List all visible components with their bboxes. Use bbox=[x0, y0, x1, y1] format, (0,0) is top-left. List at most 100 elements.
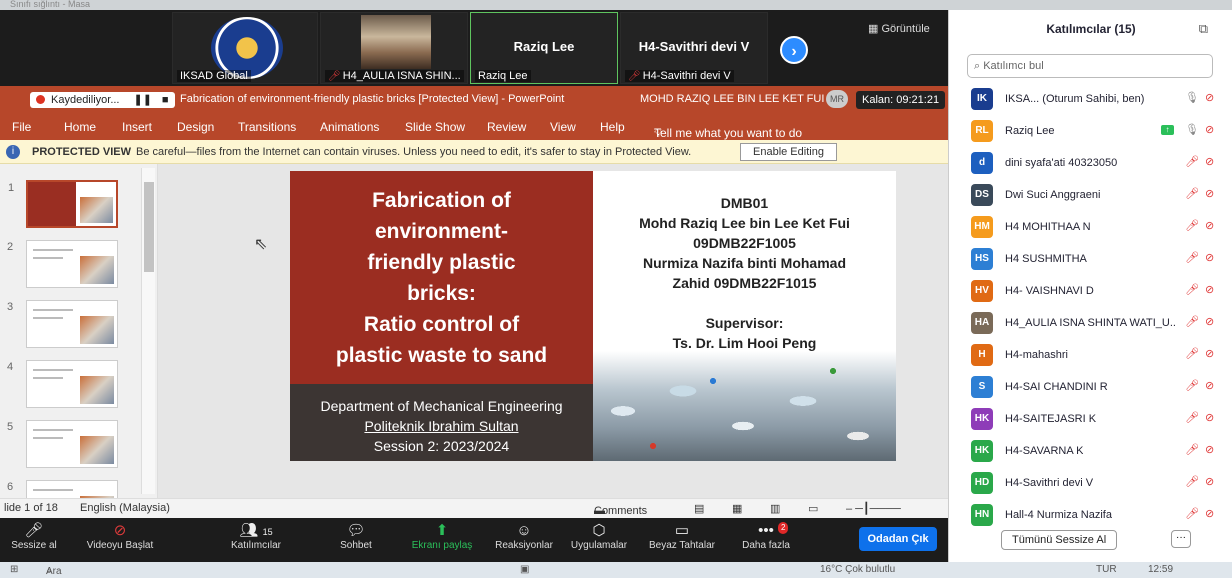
menu-slide-show[interactable]: Slide Show bbox=[405, 120, 465, 134]
zoom-slider[interactable]: – ─┃──── bbox=[846, 502, 901, 515]
slide-thumbnail-2[interactable]: 2 bbox=[7, 240, 118, 288]
whiteboards-button[interactable]: ▭ Beyaz Tahtalar bbox=[646, 522, 718, 551]
language-indicator[interactable]: English (Malaysia) bbox=[80, 502, 170, 514]
video-off-icon[interactable]: ⊘ bbox=[1205, 91, 1214, 104]
participant-row[interactable]: HK H4-SAVARNA K 🎤︎ ⊘ bbox=[949, 436, 1232, 468]
participant-row[interactable]: IK IKSA... (Oturum Sahibi, ben) 🎙︎ ⊘ bbox=[949, 84, 1232, 116]
user-name[interactable]: MOHD RAZIQ LEE BIN LEE KET FUI bbox=[640, 93, 824, 105]
mic-muted-icon[interactable]: 🎤︎ bbox=[1185, 315, 1199, 328]
microphone-icon[interactable]: 🎙︎ bbox=[1185, 91, 1199, 104]
slide-thumbnail-6[interactable]: 6 bbox=[7, 480, 118, 498]
menu-transitions[interactable]: Transitions bbox=[238, 120, 296, 134]
popout-icon[interactable]: ⧉ bbox=[1199, 21, 1208, 37]
task-view-icon[interactable]: ▣ bbox=[520, 564, 529, 575]
mic-muted-icon[interactable]: 🎤︎ bbox=[1185, 283, 1199, 296]
current-slide[interactable]: Fabrication of environment- friendly pla… bbox=[290, 171, 896, 461]
video-off-icon[interactable]: ⊘ bbox=[1205, 187, 1214, 200]
pause-icon[interactable]: ❚❚ bbox=[133, 94, 151, 106]
video-tile-iksad[interactable]: IKSAD Global bbox=[172, 12, 318, 84]
video-off-icon[interactable]: ⊘ bbox=[1205, 411, 1214, 424]
menu-help[interactable]: Help bbox=[600, 120, 625, 134]
thumbnail-scrollbar[interactable] bbox=[141, 168, 155, 494]
normal-view-icon[interactable]: ▤ bbox=[694, 502, 704, 515]
menu-animations[interactable]: Animations bbox=[320, 120, 379, 134]
next-page-button[interactable]: › bbox=[780, 36, 808, 64]
video-off-icon[interactable]: ⊘ bbox=[1205, 219, 1214, 232]
menu-design[interactable]: Design bbox=[177, 120, 214, 134]
participant-row[interactable]: RL Raziq Lee ↑ 🎙︎ ⊘ bbox=[949, 116, 1232, 148]
mic-muted-icon[interactable]: 🎤︎ bbox=[1185, 219, 1199, 232]
mic-muted-icon[interactable]: 🎤︎ bbox=[1185, 155, 1199, 168]
participant-row[interactable]: HV H4- VAISHNAVI D 🎤︎ ⊘ bbox=[949, 276, 1232, 308]
input-language[interactable]: TUR bbox=[1096, 564, 1117, 575]
slide-thumbnail-4[interactable]: 4 bbox=[7, 360, 118, 408]
participants-button[interactable]: 👥︎ 15 Katılımcılar bbox=[226, 522, 286, 551]
video-tile-aulia[interactable]: 🎤︎ H4_AULIA ISNA SHIN... bbox=[320, 12, 468, 84]
menu-insert[interactable]: Insert bbox=[122, 120, 152, 134]
participant-row[interactable]: DS Dwi Suci Anggraeni 🎤︎ ⊘ bbox=[949, 180, 1232, 212]
participant-row[interactable]: S H4-SAI CHANDINI R 🎤︎ ⊘ bbox=[949, 372, 1232, 404]
mic-muted-icon[interactable]: 🎤︎ bbox=[1185, 475, 1199, 488]
participant-row[interactable]: HN Hall-4 Nurmiza Nazifa 🎤︎ ⊘ bbox=[949, 500, 1232, 532]
video-tile-savithri[interactable]: H4-Savithri devi V 🎤︎ H4-Savithri devi V bbox=[620, 12, 768, 84]
user-avatar[interactable]: MR bbox=[826, 90, 848, 108]
recording-indicator[interactable]: Kaydediliyor... ❚❚ ■ bbox=[30, 92, 175, 108]
menu-file[interactable]: File bbox=[12, 120, 31, 134]
reactions-button[interactable]: ☺ Reaksiyonlar bbox=[492, 522, 556, 551]
avatar: HS bbox=[971, 248, 993, 270]
video-off-icon[interactable]: ⊘ bbox=[1205, 283, 1214, 296]
menu-view[interactable]: View bbox=[550, 120, 576, 134]
share-screen-button[interactable]: ⬆ Ekranı paylaş bbox=[408, 522, 476, 551]
video-off-icon[interactable]: ⊘ bbox=[1205, 251, 1214, 264]
video-off-icon[interactable]: ⊘ bbox=[1205, 475, 1214, 488]
video-off-icon[interactable]: ⊘ bbox=[1205, 155, 1214, 168]
video-off-icon[interactable]: ⊘ bbox=[1205, 443, 1214, 456]
scrollbar-thumb[interactable] bbox=[144, 182, 154, 272]
slide-thumbnail-3[interactable]: 3 bbox=[7, 300, 118, 348]
mic-muted-icon[interactable]: 🎤︎ bbox=[1185, 507, 1199, 520]
view-button[interactable]: ▦ Görüntüle bbox=[868, 22, 930, 35]
mute-button[interactable]: 🎤︎ Sessize al bbox=[10, 522, 58, 551]
participant-row[interactable]: d dini syafa'ati 40323050 🎤︎ ⊘ bbox=[949, 148, 1232, 180]
mic-muted-icon[interactable]: 🎤︎ bbox=[1185, 187, 1199, 200]
mic-muted-icon[interactable]: 🎤︎ bbox=[1185, 379, 1199, 392]
start-icon[interactable]: ⊞ bbox=[10, 564, 18, 575]
video-off-icon[interactable]: ⊘ bbox=[1205, 507, 1214, 520]
menu-review[interactable]: Review bbox=[487, 120, 526, 134]
participant-row[interactable]: H H4-mahashri 🎤︎ ⊘ bbox=[949, 340, 1232, 372]
video-tile-raziq[interactable]: Raziq Lee Raziq Lee bbox=[470, 12, 618, 84]
menu-home[interactable]: Home bbox=[64, 120, 96, 134]
participant-row[interactable]: HM H4 MOHITHAA N 🎤︎ ⊘ bbox=[949, 212, 1232, 244]
clock[interactable]: 12:59 bbox=[1148, 564, 1173, 575]
video-off-icon[interactable]: ⊘ bbox=[1205, 347, 1214, 360]
panel-more-button[interactable]: ··· bbox=[1171, 530, 1191, 548]
participant-row[interactable]: HK H4-SAITEJASRI K 🎤︎ ⊘ bbox=[949, 404, 1232, 436]
mic-muted-icon[interactable]: 🎤︎ bbox=[1185, 347, 1199, 360]
participant-row[interactable]: HD H4-Savithri devi V 🎤︎ ⊘ bbox=[949, 468, 1232, 500]
chat-button[interactable]: 💬︎ Sohbet bbox=[334, 522, 378, 551]
stop-icon[interactable]: ■ bbox=[162, 94, 169, 106]
mic-muted-icon[interactable]: 🎤︎ bbox=[1185, 443, 1199, 456]
participant-search-input[interactable]: ⌕ Katılımcı bul bbox=[967, 54, 1213, 78]
slide-editor[interactable]: ⇖ Fabrication of environment- friendly p… bbox=[158, 164, 948, 498]
slideshow-icon[interactable]: ▭ bbox=[808, 502, 818, 515]
more-button[interactable]: ••• Daha fazla 2 bbox=[738, 522, 794, 551]
start-video-button[interactable]: ⊘ Videoyu Başlat bbox=[82, 522, 158, 551]
mic-muted-icon[interactable]: 🎤︎ bbox=[1185, 411, 1199, 424]
slide-thumbnail-1[interactable]: 1 bbox=[8, 180, 118, 228]
slide-sorter-icon[interactable]: ▦ bbox=[732, 502, 742, 515]
video-off-icon[interactable]: ⊘ bbox=[1205, 123, 1214, 136]
slide-thumbnail-5[interactable]: 5 bbox=[7, 420, 118, 468]
reading-view-icon[interactable]: ▥ bbox=[770, 502, 780, 515]
mute-all-button[interactable]: Tümünü Sessize Al bbox=[1001, 530, 1118, 550]
leave-button[interactable]: Odadan Çık bbox=[859, 527, 937, 551]
weather-text[interactable]: 16°C Çok bulutlu bbox=[820, 564, 895, 575]
video-off-icon[interactable]: ⊘ bbox=[1205, 315, 1214, 328]
mic-muted-icon[interactable]: 🎤︎ bbox=[1185, 251, 1199, 264]
participant-row[interactable]: HA H4_AULIA ISNA SHINTA WATI_U... 🎤︎ ⊘ bbox=[949, 308, 1232, 340]
video-off-icon[interactable]: ⊘ bbox=[1205, 379, 1214, 392]
enable-editing-button[interactable]: Enable Editing bbox=[740, 143, 837, 161]
participant-row[interactable]: HS H4 SUSHMITHA 🎤︎ ⊘ bbox=[949, 244, 1232, 276]
microphone-icon[interactable]: 🎙︎ bbox=[1185, 123, 1199, 136]
apps-button[interactable]: ⬡ Uygulamalar bbox=[566, 522, 632, 551]
